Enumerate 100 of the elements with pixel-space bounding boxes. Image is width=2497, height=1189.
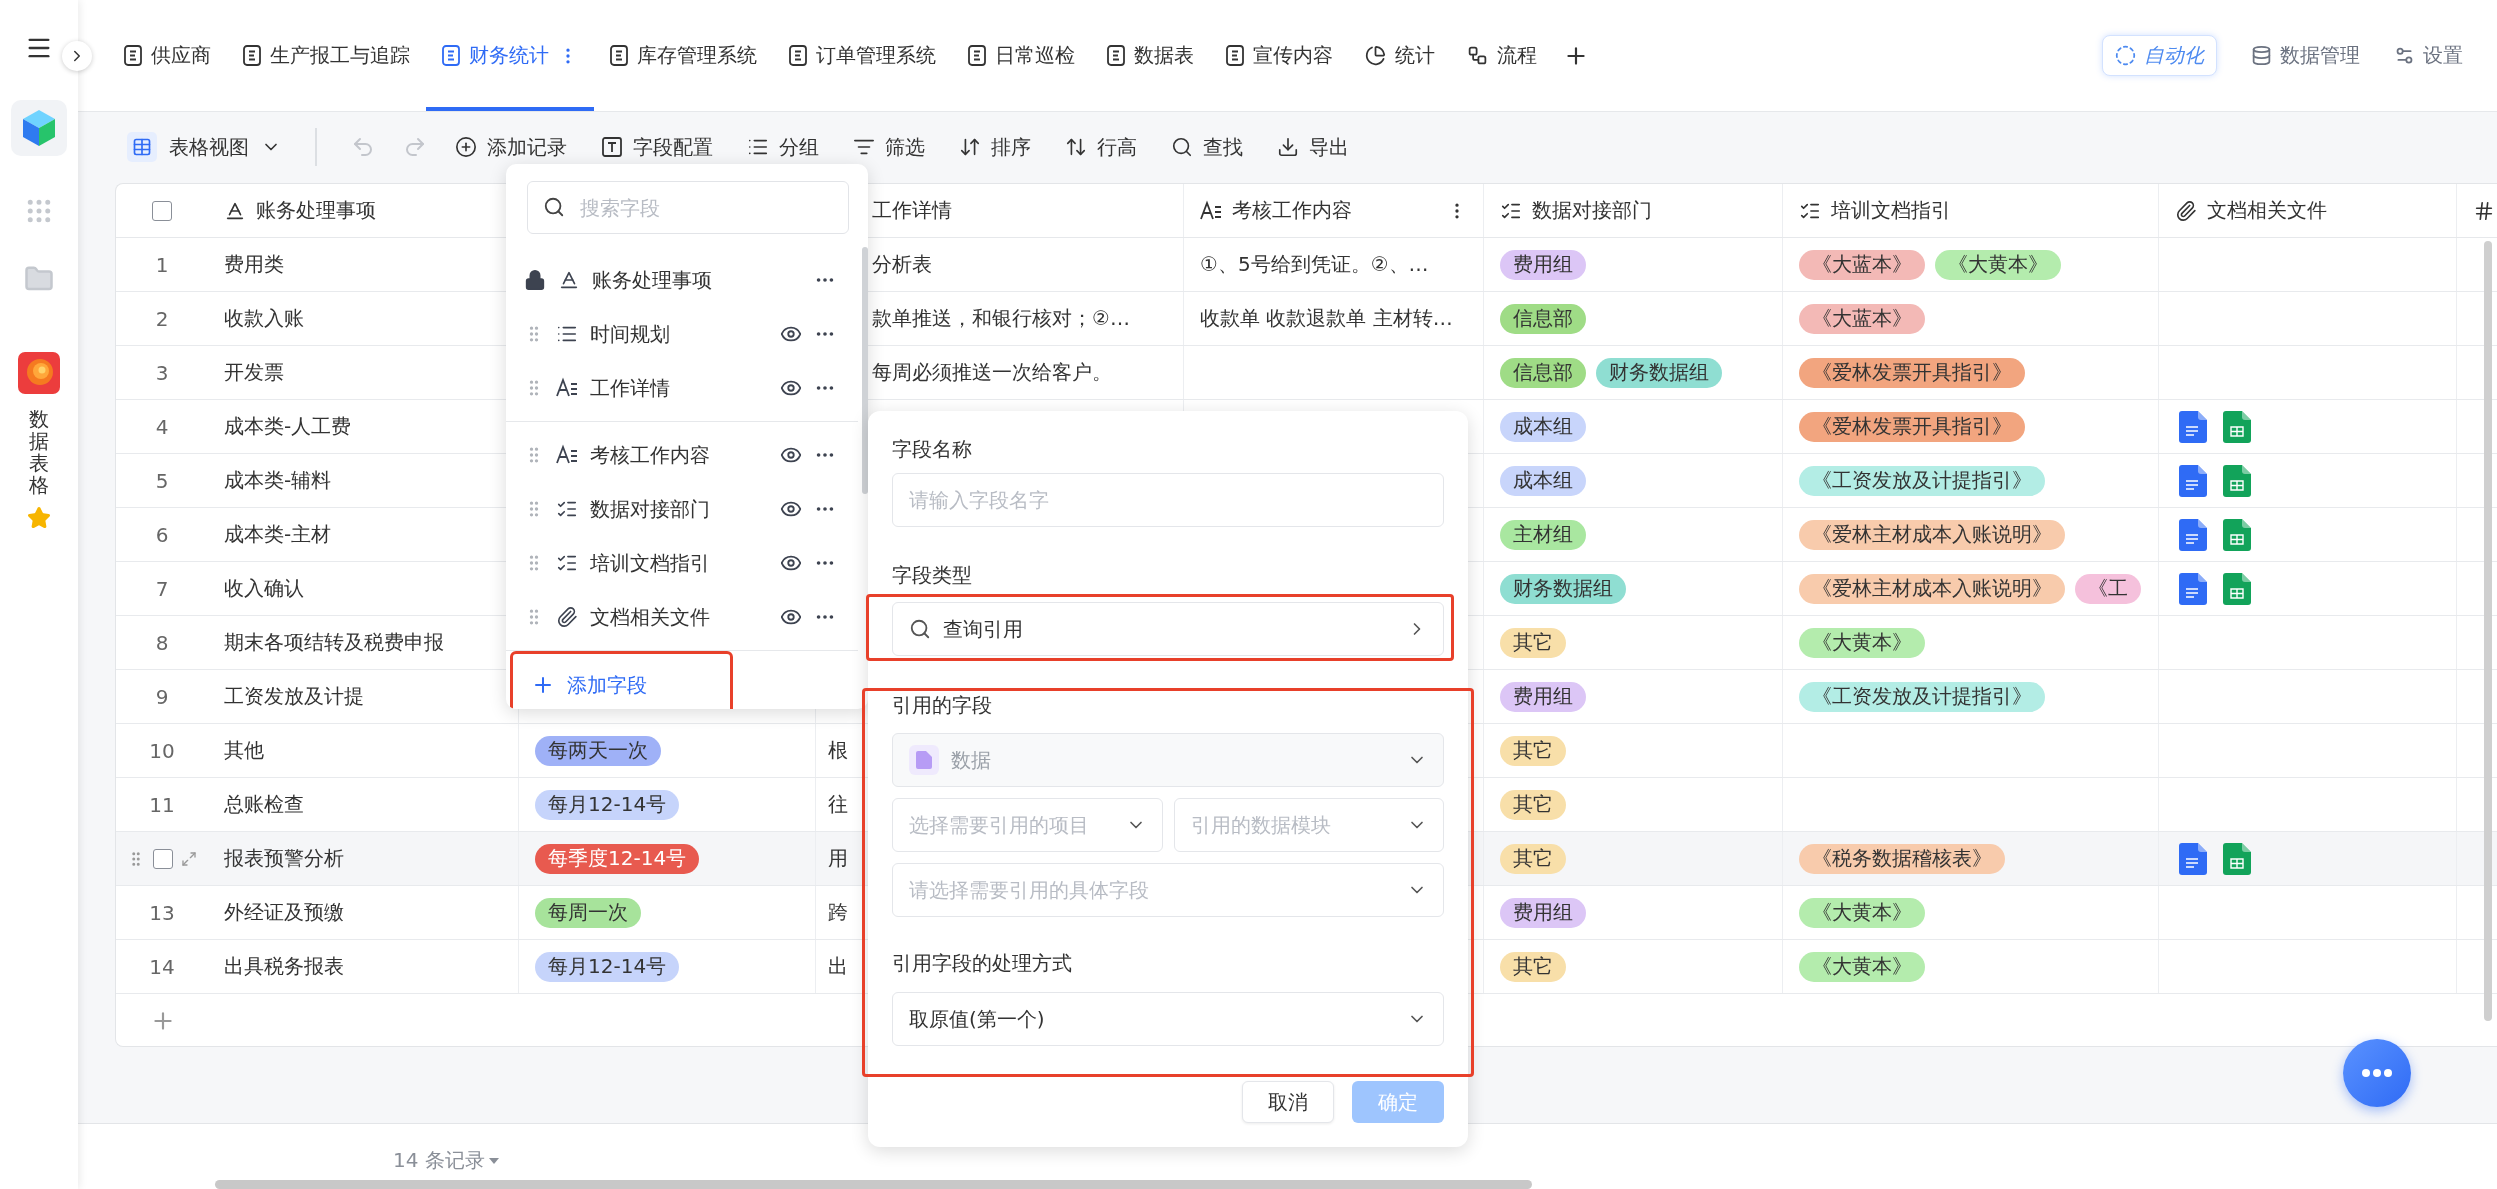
field-list-item[interactable]: 培训文档指引 bbox=[506, 536, 858, 590]
field-list-item[interactable]: 工作详情 bbox=[506, 361, 858, 415]
tab[interactable]: 宣传内容 bbox=[1210, 0, 1349, 111]
table-cell: 每周必须推送一次给客户。 bbox=[872, 359, 1112, 386]
tag: 其它 bbox=[1500, 789, 1566, 820]
field-list-item[interactable]: 文档相关文件 bbox=[506, 590, 858, 644]
favorite-star-icon[interactable] bbox=[27, 506, 51, 530]
document-icon bbox=[968, 45, 986, 66]
tab[interactable]: 生产报工与追踪 bbox=[227, 0, 426, 111]
field-type-select[interactable]: 查询引用 bbox=[892, 602, 1444, 656]
number-icon bbox=[2473, 199, 2495, 222]
tab[interactable]: 日常巡检 bbox=[952, 0, 1091, 111]
tab[interactable]: 财务统计 bbox=[426, 0, 594, 111]
column-title: 账务处理事项 bbox=[256, 197, 376, 224]
view-switcher[interactable]: 表格视图 bbox=[127, 132, 281, 162]
field-list-item[interactable]: 数据对接部门 bbox=[506, 482, 858, 536]
tab[interactable]: 统计 bbox=[1349, 0, 1451, 111]
column-header[interactable]: 培训文档指引 bbox=[1783, 184, 2159, 237]
form-label: 字段类型 bbox=[892, 562, 973, 589]
field-name-input[interactable]: 请输入字段名字 bbox=[892, 473, 1444, 527]
row-header[interactable]: 1 bbox=[116, 238, 208, 291]
toolbar-button[interactable]: 导出 bbox=[1277, 133, 1349, 161]
search-field[interactable]: 搜索字段 bbox=[527, 181, 849, 234]
expand-icon[interactable] bbox=[181, 850, 197, 867]
paperclip-icon bbox=[2175, 199, 2197, 222]
row-header[interactable]: 7 bbox=[116, 562, 208, 615]
spreadsheet-file-icon[interactable] bbox=[2223, 464, 2251, 497]
field-list-item[interactable]: 考核工作内容 bbox=[506, 428, 858, 482]
row-header[interactable]: 5 bbox=[116, 454, 208, 507]
mode-select[interactable]: 取原值(第一个) bbox=[892, 992, 1444, 1046]
table-cell: 收入确认 bbox=[224, 575, 304, 602]
toolbar-button[interactable]: 行高 bbox=[1065, 133, 1137, 161]
toolbar-button[interactable]: 字段配置 bbox=[601, 133, 713, 161]
row-header[interactable]: 8 bbox=[116, 616, 208, 669]
tag: 《爱林主材成本入账说明》 bbox=[1799, 573, 2065, 604]
tag: 《工资发放及计提指引》 bbox=[1799, 681, 2045, 712]
document-icon bbox=[1226, 45, 1244, 66]
text-lines-icon bbox=[556, 444, 578, 466]
tab[interactable]: 流程 bbox=[1451, 0, 1553, 111]
column-header[interactable]: 文档相关文件 bbox=[2159, 184, 2457, 237]
tag: 《大蓝本》 bbox=[1799, 303, 1925, 334]
toolbar-button[interactable]: 查找 bbox=[1171, 133, 1243, 161]
scrollbar[interactable] bbox=[215, 1180, 1532, 1189]
row-header[interactable]: 10 bbox=[116, 724, 208, 777]
logo-tile[interactable] bbox=[11, 100, 67, 156]
table-cell: 收款入账 bbox=[224, 305, 304, 332]
tag: 费用组 bbox=[1500, 681, 1586, 712]
field-list-item[interactable]: 账务处理事项 bbox=[506, 253, 858, 307]
document-file-icon[interactable] bbox=[2179, 842, 2207, 875]
caret-icon bbox=[488, 1157, 499, 1164]
toolbar-button[interactable]: 添加记录 bbox=[455, 133, 567, 161]
add-field-button[interactable]: 添加字段 bbox=[510, 651, 733, 709]
spreadsheet-file-icon[interactable] bbox=[2223, 518, 2251, 551]
column-header[interactable]: 数据对接部门 bbox=[1484, 184, 1783, 237]
table-cell: 收款单 收款退款单 主材转… bbox=[1200, 305, 1453, 332]
source-icon bbox=[909, 745, 939, 775]
row-header[interactable]: 3 bbox=[116, 346, 208, 399]
row-header[interactable]: 4 bbox=[116, 400, 208, 453]
checkbox[interactable] bbox=[153, 848, 173, 869]
spreadsheet-file-icon[interactable] bbox=[2223, 842, 2251, 875]
scrollbar[interactable] bbox=[862, 247, 868, 494]
app-icon[interactable] bbox=[18, 352, 60, 394]
document-icon bbox=[610, 45, 628, 66]
toolbar-button[interactable]: 筛选 bbox=[853, 133, 925, 161]
row-header[interactable]: 6 bbox=[116, 508, 208, 561]
document-file-icon[interactable] bbox=[2179, 410, 2207, 443]
toolbar-button[interactable]: 分组 bbox=[747, 133, 819, 161]
row-number: 13 bbox=[149, 900, 175, 925]
row-header[interactable]: 14 bbox=[116, 940, 208, 993]
form-label: 引用字段的处理方式 bbox=[892, 951, 1073, 975]
toolbar-button[interactable]: 排序 bbox=[959, 133, 1031, 161]
document-file-icon[interactable] bbox=[2179, 464, 2207, 497]
row-number: 3 bbox=[155, 360, 169, 385]
row-number: 11 bbox=[149, 792, 175, 817]
column-header[interactable]: 考核工作内容 bbox=[1184, 184, 1484, 237]
row-header[interactable]: 9 bbox=[116, 670, 208, 723]
document-file-icon[interactable] bbox=[2179, 518, 2207, 551]
row-header[interactable]: 13 bbox=[116, 886, 208, 939]
spreadsheet-file-icon[interactable] bbox=[2223, 410, 2251, 443]
checkbox[interactable] bbox=[152, 200, 172, 221]
row-header[interactable]: 2 bbox=[116, 292, 208, 345]
field-list-item[interactable]: 时间规划 bbox=[506, 307, 858, 361]
tag: 财务数据组 bbox=[1500, 573, 1626, 604]
tab[interactable]: 数据表 bbox=[1091, 0, 1210, 111]
sort-icon bbox=[959, 136, 981, 158]
row-number: 4 bbox=[155, 414, 169, 439]
scrollbar[interactable] bbox=[2484, 241, 2492, 1021]
cancel-button[interactable]: 取消 bbox=[1242, 1081, 1334, 1123]
document-icon bbox=[243, 45, 261, 66]
row-header[interactable]: 11 bbox=[116, 778, 208, 831]
column-title: 培训文档指引 bbox=[1831, 197, 1951, 224]
document-file-icon[interactable] bbox=[2179, 572, 2207, 605]
spreadsheet-file-icon[interactable] bbox=[2223, 572, 2251, 605]
row-number: 1 bbox=[155, 252, 169, 277]
document-icon bbox=[442, 45, 460, 66]
table-cell: 成本类-辅料 bbox=[224, 467, 332, 494]
tab[interactable]: 库存管理系统 bbox=[594, 0, 773, 111]
tab[interactable]: 订单管理系统 bbox=[773, 0, 952, 111]
more-button[interactable] bbox=[2343, 1039, 2411, 1107]
tab[interactable]: 供应商 bbox=[108, 0, 227, 111]
